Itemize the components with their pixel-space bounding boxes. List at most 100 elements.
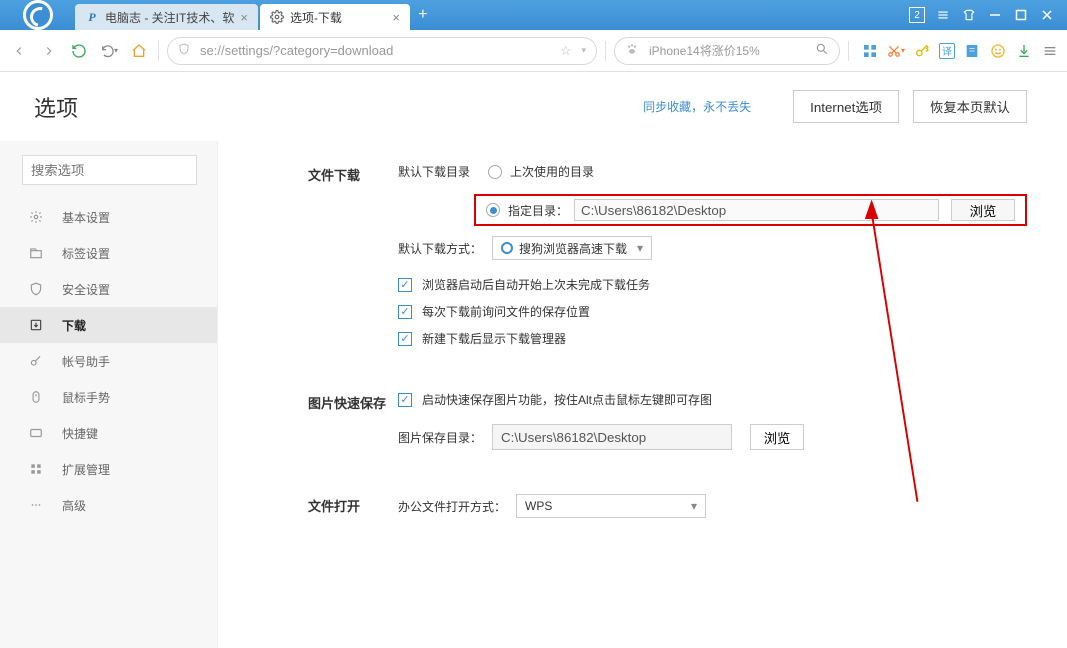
page-title: 选项 bbox=[34, 91, 643, 123]
radio-specify-dir[interactable] bbox=[486, 203, 500, 217]
sidebar-item-tabs[interactable]: 标签设置 bbox=[0, 235, 217, 271]
tab-close-icon[interactable]: × bbox=[240, 10, 248, 25]
quicksave-path-input[interactable] bbox=[492, 424, 732, 450]
select-value: 搜狗浏览器高速下载 bbox=[519, 240, 627, 257]
tab-active[interactable]: 选项-下载 × bbox=[260, 4, 410, 30]
section-file-open: 文件打开 办公文件打开方式： WPS ▾ bbox=[308, 494, 1027, 528]
restore-count-icon[interactable]: 2 bbox=[909, 7, 925, 23]
sidebar-item-label: 快捷键 bbox=[62, 425, 98, 442]
undo-button[interactable]: ▾ bbox=[98, 40, 120, 62]
internet-options-button[interactable]: Internet选项 bbox=[793, 90, 899, 123]
tab-favicon: P bbox=[85, 10, 99, 24]
browse-button[interactable]: 浏览 bbox=[750, 424, 804, 450]
shield-icon bbox=[28, 281, 44, 297]
row-download-method: 默认下载方式： 搜狗浏览器高速下载 ▾ bbox=[398, 236, 1027, 260]
star-icon[interactable]: ☆ bbox=[560, 43, 572, 59]
sync-link[interactable]: 同步收藏，永不丢失 bbox=[643, 98, 751, 115]
row-chk-manager: ✓新建下载后显示下载管理器 bbox=[398, 330, 1027, 347]
new-tab-button[interactable]: + bbox=[410, 0, 436, 30]
checkbox[interactable]: ✓ bbox=[398, 332, 412, 346]
sidebar-item-basic[interactable]: 基本设置 bbox=[0, 199, 217, 235]
highlighted-specify-dir: 指定目录： 浏览 bbox=[474, 194, 1027, 226]
tabs-icon bbox=[28, 245, 44, 261]
restore-defaults-button[interactable]: 恢复本页默认 bbox=[913, 90, 1027, 123]
favorites-icon[interactable] bbox=[861, 42, 879, 60]
row-default-dir: 默认下载目录 上次使用的目录 bbox=[398, 163, 1027, 180]
row-chk-resume: ✓ 浏览器启动后自动开始上次未完成下载任务 bbox=[398, 276, 1027, 293]
paw-icon bbox=[625, 42, 639, 59]
checkbox[interactable]: ✓ bbox=[398, 305, 412, 319]
menu-lines-icon[interactable] bbox=[935, 7, 951, 23]
download-method-select[interactable]: 搜狗浏览器高速下载 ▾ bbox=[492, 236, 652, 260]
minimize-icon[interactable] bbox=[987, 7, 1003, 23]
file-open-select[interactable]: WPS ▾ bbox=[516, 494, 706, 518]
chk-label: 启动快速保存图片功能，按住Alt点击鼠标左键即可存图 bbox=[422, 391, 712, 408]
sidebar-item-account[interactable]: 帐号助手 bbox=[0, 343, 217, 379]
sidebar: 基本设置 标签设置 安全设置 下载 帐号助手 鼠标手势 快捷键 扩展管理 高级 bbox=[0, 141, 218, 648]
shortcut-icon bbox=[28, 425, 44, 441]
sogou-icon bbox=[501, 242, 513, 254]
sidebar-item-label: 安全设置 bbox=[62, 281, 110, 298]
search-bar[interactable]: iPhone14将涨价15% bbox=[614, 37, 840, 65]
sidebar-item-download[interactable]: 下载 bbox=[0, 307, 217, 343]
scissors-icon[interactable]: ▾ bbox=[887, 42, 905, 60]
radio-last-used[interactable] bbox=[488, 165, 502, 179]
main-panel: 文件下载 默认下载目录 上次使用的目录 指定目录： 浏览 默认下载方式： bbox=[218, 141, 1067, 648]
chevron-down-icon: ▾ bbox=[691, 499, 697, 513]
sidebar-item-advanced[interactable]: 高级 bbox=[0, 487, 217, 523]
sidebar-item-mouse[interactable]: 鼠标手势 bbox=[0, 379, 217, 415]
row-quicksave-path: 图片保存目录： 浏览 bbox=[398, 424, 1027, 450]
smile-icon[interactable] bbox=[989, 42, 1007, 60]
translate-icon[interactable]: 译 bbox=[939, 43, 955, 59]
page-header: 选项 同步收藏，永不丢失 Internet选项 恢复本页默认 bbox=[0, 72, 1067, 141]
search-icon[interactable] bbox=[815, 42, 829, 59]
download-icon bbox=[28, 317, 44, 333]
maximize-icon[interactable] bbox=[1013, 7, 1029, 23]
chevron-down-icon: ▾ bbox=[637, 241, 643, 255]
checkbox[interactable]: ✓ bbox=[398, 278, 412, 292]
sidebar-item-security[interactable]: 安全设置 bbox=[0, 271, 217, 307]
sidebar-item-extensions[interactable]: 扩展管理 bbox=[0, 451, 217, 487]
section-title: 文件下载 bbox=[308, 163, 398, 357]
url-text: se://settings/?category=download bbox=[200, 43, 393, 58]
select-value: WPS bbox=[525, 499, 552, 513]
sidebar-item-label: 标签设置 bbox=[62, 245, 110, 262]
note-icon[interactable] bbox=[963, 42, 981, 60]
tab-inactive[interactable]: P 电脑志 - 关注IT技术、软 × bbox=[75, 4, 258, 30]
section-title: 文件打开 bbox=[308, 494, 398, 528]
sidebar-item-label: 帐号助手 bbox=[62, 353, 110, 370]
download-icon[interactable] bbox=[1015, 42, 1033, 60]
row-file-open: 办公文件打开方式： WPS ▾ bbox=[398, 494, 1027, 518]
sidebar-item-label: 高级 bbox=[62, 497, 86, 514]
row-chk-ask: ✓ 每次下载前询问文件的保存位置 bbox=[398, 303, 1027, 320]
home-button[interactable] bbox=[128, 40, 150, 62]
specify-path-input[interactable] bbox=[574, 199, 939, 221]
titlebar: P 电脑志 - 关注IT技术、软 × 选项-下载 × + 2 bbox=[0, 0, 1067, 30]
sidebar-item-label: 扩展管理 bbox=[62, 461, 110, 478]
address-bar[interactable]: se://settings/?category=download ☆ ▾ bbox=[167, 37, 597, 65]
chk-label: 浏览器启动后自动开始上次未完成下载任务 bbox=[422, 276, 650, 293]
row-quicksave-chk: ✓ 启动快速保存图片功能，按住Alt点击鼠标左键即可存图 bbox=[398, 391, 1027, 408]
key-icon[interactable] bbox=[913, 42, 931, 60]
chk-label: 每次下载前询问文件的保存位置 bbox=[422, 303, 590, 320]
section-title: 图片快速保存 bbox=[308, 391, 398, 460]
toolbar-right-icons: ▾ 译 bbox=[857, 42, 1059, 60]
content: 基本设置 标签设置 安全设置 下载 帐号助手 鼠标手势 快捷键 扩展管理 高级 … bbox=[0, 141, 1067, 648]
mouse-icon bbox=[28, 389, 44, 405]
reload-button[interactable] bbox=[68, 40, 90, 62]
skin-icon[interactable] bbox=[961, 7, 977, 23]
gear-icon bbox=[28, 209, 44, 225]
back-button[interactable] bbox=[8, 40, 30, 62]
close-icon[interactable] bbox=[1039, 7, 1055, 23]
specify-label: 指定目录： bbox=[508, 202, 568, 219]
sidebar-item-label: 鼠标手势 bbox=[62, 389, 110, 406]
sidebar-search-input[interactable] bbox=[22, 155, 197, 185]
checkbox[interactable]: ✓ bbox=[398, 393, 412, 407]
forward-button[interactable] bbox=[38, 40, 60, 62]
browse-button[interactable]: 浏览 bbox=[951, 199, 1015, 221]
sidebar-item-shortcuts[interactable]: 快捷键 bbox=[0, 415, 217, 451]
tab-close-icon[interactable]: × bbox=[392, 10, 400, 25]
section-file-download: 文件下载 默认下载目录 上次使用的目录 指定目录： 浏览 默认下载方式： bbox=[308, 163, 1027, 357]
path-label: 图片保存目录： bbox=[398, 429, 482, 446]
hamburger-icon[interactable] bbox=[1041, 42, 1059, 60]
